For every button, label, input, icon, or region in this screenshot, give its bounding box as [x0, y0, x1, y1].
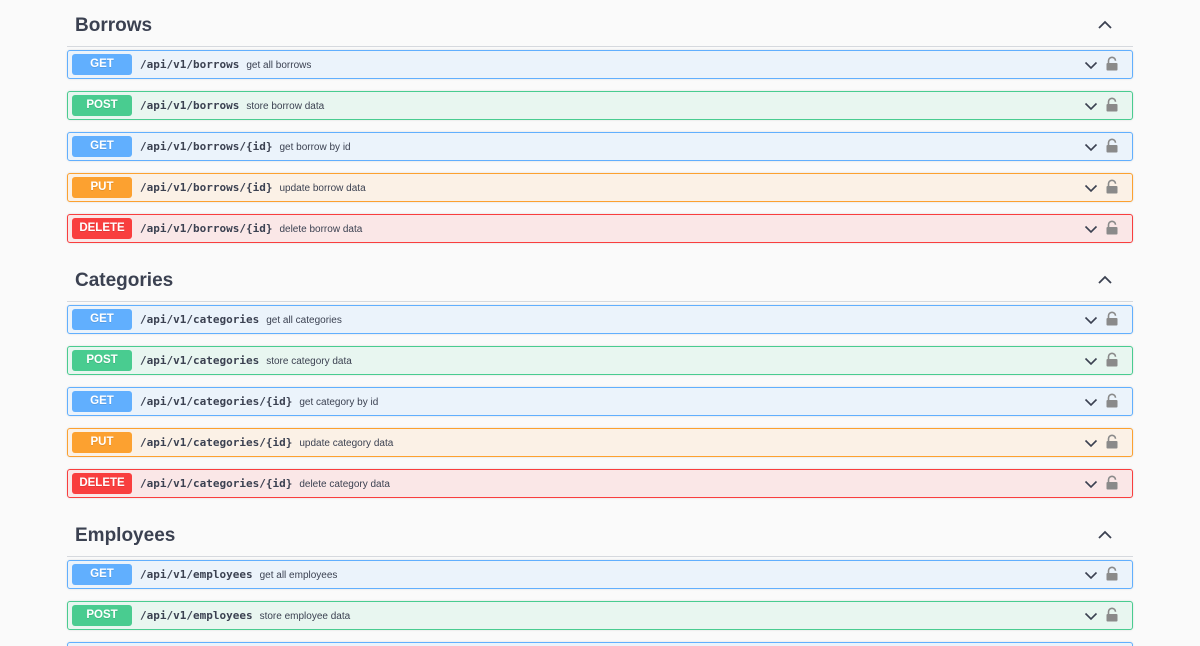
endpoint-summary: get all categories: [266, 315, 342, 326]
lock-icon[interactable]: [1105, 434, 1119, 449]
operation-row-partial[interactable]: [67, 642, 1133, 646]
tag-header-employees[interactable]: Employees: [67, 510, 1133, 557]
path-text: /api/v1/categories: [140, 354, 260, 367]
method-badge: PUT: [72, 432, 132, 453]
operation-row[interactable]: DELETE /api/v1/categories/{id} delete cat…: [67, 469, 1133, 498]
path-text: /api/v1/categories/{id}: [140, 436, 293, 449]
chevron-up-icon[interactable]: [1097, 17, 1113, 33]
tag-section-borrows: Borrows GET /api/v1/borrows get all borro…: [67, 0, 1133, 243]
method-badge: GET: [72, 309, 132, 330]
method-badge: POST: [72, 350, 132, 371]
endpoint-path: /api/v1/borrows store borrow data: [140, 92, 324, 119]
lock-icon[interactable]: [1105, 311, 1119, 326]
chevron-down-icon[interactable]: [1084, 140, 1098, 154]
chevron-down-icon[interactable]: [1084, 354, 1098, 368]
path-text: /api/v1/borrows/{id}: [140, 140, 273, 153]
endpoint-summary: get borrow by id: [279, 142, 351, 153]
endpoint-path: /api/v1/categories/{id} update category d…: [140, 429, 393, 456]
operation-row[interactable]: GET /api/v1/borrows get all borrows: [67, 50, 1133, 79]
method-badge: GET: [72, 564, 132, 585]
tag-header-borrows[interactable]: Borrows: [67, 0, 1133, 47]
endpoint-summary: store borrow data: [246, 101, 325, 112]
endpoint-path: /api/v1/categories store category data: [140, 347, 352, 374]
method-badge: GET: [72, 54, 132, 75]
chevron-down-icon[interactable]: [1084, 222, 1098, 236]
lock-icon[interactable]: [1105, 352, 1119, 367]
method-badge: DELETE: [72, 473, 132, 494]
endpoint-path: /api/v1/borrows/{id} get borrow by id: [140, 133, 351, 160]
endpoint-summary: delete category data: [299, 479, 390, 490]
path-text: /api/v1/borrows/{id}: [140, 181, 273, 194]
tag-section-categories: Categories GET /api/v1/categories get all…: [67, 255, 1133, 498]
lock-icon[interactable]: [1105, 607, 1119, 622]
chevron-down-icon[interactable]: [1084, 436, 1098, 450]
operation-row[interactable]: POST /api/v1/employees store employee dat…: [67, 601, 1133, 630]
chevron-down-icon[interactable]: [1084, 99, 1098, 113]
path-text: /api/v1/borrows/{id}: [140, 222, 273, 235]
operation-row[interactable]: GET /api/v1/categories get all categories: [67, 305, 1133, 334]
chevron-down-icon[interactable]: [1084, 609, 1098, 623]
endpoint-path: /api/v1/categories/{id} get category by i…: [140, 388, 378, 415]
lock-icon[interactable]: [1105, 179, 1119, 194]
endpoint-summary: update category data: [299, 438, 394, 449]
lock-icon[interactable]: [1105, 97, 1119, 112]
method-badge: GET: [72, 391, 132, 412]
endpoint-summary: update borrow data: [279, 183, 366, 194]
method-badge: GET: [72, 136, 132, 157]
lock-icon[interactable]: [1105, 56, 1119, 71]
endpoint-path: /api/v1/borrows/{id} update borrow data: [140, 174, 366, 201]
operation-row[interactable]: PUT /api/v1/borrows/{id} update borrow da…: [67, 173, 1133, 202]
chevron-down-icon[interactable]: [1084, 313, 1098, 327]
tag-title[interactable]: Categories: [75, 269, 173, 293]
operation-row[interactable]: GET /api/v1/employees get all employees: [67, 560, 1133, 589]
endpoint-path: /api/v1/employees store employee data: [140, 602, 350, 629]
path-text: /api/v1/borrows: [140, 58, 240, 71]
operation-row[interactable]: POST /api/v1/borrows store borrow data: [67, 91, 1133, 120]
endpoint-path: /api/v1/borrows get all borrows: [140, 51, 311, 78]
method-badge: POST: [72, 605, 132, 626]
chevron-down-icon[interactable]: [1084, 181, 1098, 195]
chevron-down-icon[interactable]: [1084, 568, 1098, 582]
lock-icon[interactable]: [1105, 475, 1119, 490]
endpoint-path: /api/v1/categories/{id} delete category d…: [140, 470, 390, 497]
chevron-down-icon[interactable]: [1084, 477, 1098, 491]
operation-row[interactable]: POST /api/v1/categories store category da…: [67, 346, 1133, 375]
endpoint-summary: get all borrows: [246, 60, 312, 71]
operation-row[interactable]: PUT /api/v1/categories/{id} update catego…: [67, 428, 1133, 457]
path-text: /api/v1/categories/{id}: [140, 395, 293, 408]
tag-section-employees: Employees GET /api/v1/employees get all e…: [67, 510, 1133, 646]
endpoint-summary: store category data: [266, 356, 352, 367]
method-badge: POST: [72, 95, 132, 116]
endpoint-summary: store employee data: [259, 611, 351, 622]
method-badge: PUT: [72, 177, 132, 198]
endpoint-summary: get category by id: [299, 397, 379, 408]
lock-icon[interactable]: [1105, 566, 1119, 581]
endpoint-path: /api/v1/categories get all categories: [140, 306, 342, 333]
operation-row[interactable]: DELETE /api/v1/borrows/{id} delete borrow…: [67, 214, 1133, 243]
endpoint-path: /api/v1/borrows/{id} delete borrow data: [140, 215, 362, 242]
lock-icon[interactable]: [1105, 393, 1119, 408]
tag-header-categories[interactable]: Categories: [67, 255, 1133, 302]
path-text: /api/v1/borrows: [140, 99, 240, 112]
operation-row[interactable]: GET /api/v1/categories/{id} get category …: [67, 387, 1133, 416]
endpoint-path: /api/v1/employees get all employees: [140, 561, 337, 588]
chevron-down-icon[interactable]: [1084, 395, 1098, 409]
endpoint-summary: delete borrow data: [279, 224, 363, 235]
tag-title[interactable]: Employees: [75, 524, 175, 548]
method-badge: DELETE: [72, 218, 132, 239]
chevron-up-icon[interactable]: [1097, 527, 1113, 543]
chevron-up-icon[interactable]: [1097, 272, 1113, 288]
path-text: /api/v1/employees: [140, 609, 253, 622]
path-text: /api/v1/categories: [140, 313, 260, 326]
lock-icon[interactable]: [1105, 220, 1119, 235]
endpoint-summary: get all employees: [259, 570, 338, 581]
path-text: /api/v1/categories/{id}: [140, 477, 293, 490]
path-text: /api/v1/employees: [140, 568, 253, 581]
chevron-down-icon[interactable]: [1084, 58, 1098, 72]
api-docs-wrapper: Borrows GET /api/v1/borrows get all borro…: [67, 0, 1133, 646]
lock-icon[interactable]: [1105, 138, 1119, 153]
tag-title[interactable]: Borrows: [75, 14, 152, 38]
operation-row[interactable]: GET /api/v1/borrows/{id} get borrow by id: [67, 132, 1133, 161]
